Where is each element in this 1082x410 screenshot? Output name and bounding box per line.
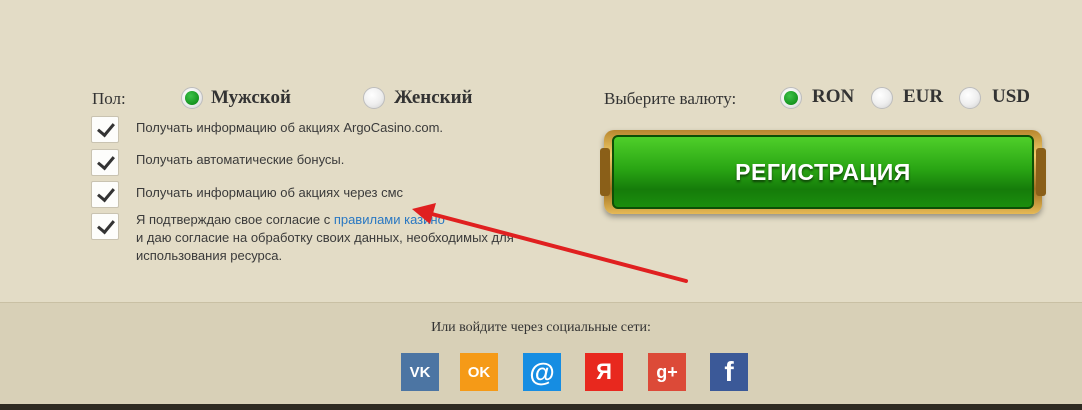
registration-form: Пол: Мужской Женский Получать информацию… [0,0,1082,302]
social-login-facebook-button[interactable]: f [710,353,748,391]
casino-rules-link[interactable]: правилами казино [334,212,445,227]
gender-female-radio[interactable] [363,87,385,109]
odnoklassniki-icon: OK [467,363,491,381]
currency-eur-label[interactable]: EUR [903,86,943,108]
social-login-google-plus-button[interactable]: g+ [648,353,686,391]
currency-ron-label[interactable]: RON [812,86,854,108]
vk-icon: VK [409,363,431,381]
gender-label: Пол: [92,89,126,108]
register-button[interactable]: РЕГИСТРАЦИЯ [612,135,1034,209]
social-login-mailru-button[interactable]: @ [523,353,561,391]
currency-usd-label[interactable]: USD [992,86,1030,108]
social-login-yandex-button[interactable]: Я [585,353,623,391]
google-plus-icon: g+ [656,361,678,382]
gender-male-radio[interactable] [181,87,203,109]
terms-consent-checkbox[interactable] [91,213,119,240]
register-button-label: РЕГИСТРАЦИЯ [735,158,911,185]
yandex-icon: Я [596,359,612,384]
auto-bonus-label: Получать автоматические бонусы. [136,152,345,167]
currency-ron-radio[interactable] [780,87,802,109]
auto-bonus-checkbox[interactable] [91,149,119,176]
terms-consent-text: Я подтверждаю свое согласие с [136,212,334,227]
terms-consent-label: Я подтверждаю свое согласие с правилами … [136,211,514,265]
page-bottom-bar [0,404,1082,410]
currency-usd-radio[interactable] [959,87,981,109]
facebook-icon: f [724,356,734,387]
terms-consent-line3: использования ресурса. [136,248,283,263]
gender-male-label[interactable]: Мужской [211,87,291,109]
gender-female-label[interactable]: Женский [394,87,472,109]
promo-info-label: Получать информацию об акциях ArgoCasino… [136,120,444,135]
sms-info-label: Получать информацию об акциях через смс [136,185,404,200]
social-login-vk-button[interactable]: VK [401,353,439,391]
social-login-odnoklassniki-button[interactable]: OK [460,353,498,391]
social-login-title: Или войдите через социальные сети: [431,320,651,335]
promo-info-checkbox[interactable] [91,116,119,143]
currency-eur-radio[interactable] [871,87,893,109]
sms-info-checkbox[interactable] [91,181,119,208]
currency-label: Выберите валюту: [604,89,737,108]
register-button-frame: РЕГИСТРАЦИЯ [600,130,1046,214]
terms-consent-line2: и даю согласие на обработку своих данных… [136,230,514,245]
mailru-icon: @ [529,356,555,387]
